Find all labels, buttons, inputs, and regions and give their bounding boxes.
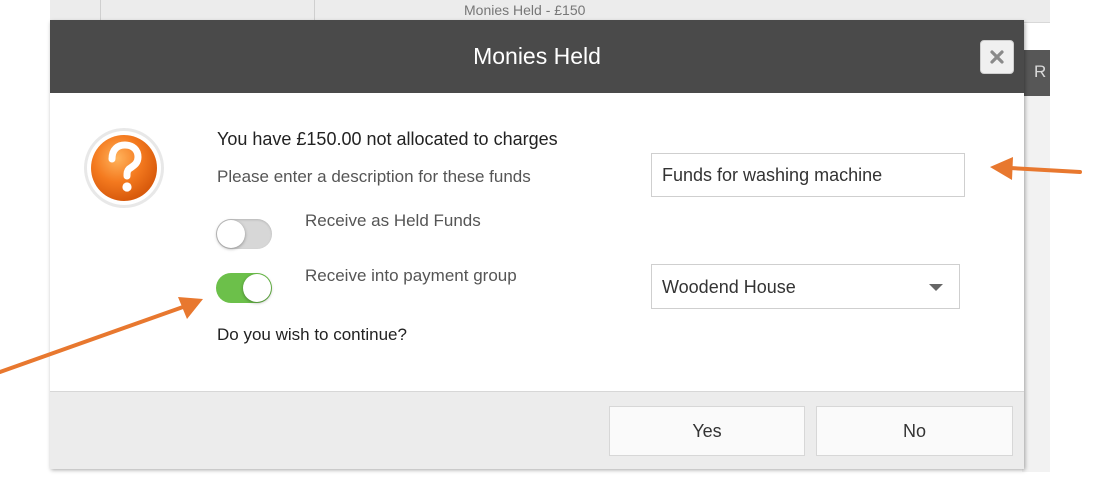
background-right-tab-text: R (1034, 62, 1047, 81)
question-icon (84, 128, 164, 208)
chevron-down-icon (929, 284, 943, 291)
background-right-panel (1022, 96, 1050, 472)
continue-prompt: Do you wish to continue? (217, 325, 407, 344)
close-icon (990, 50, 1004, 64)
dialog-footer: Yes No (50, 391, 1024, 469)
held-funds-label: Receive as Held Funds (305, 211, 481, 230)
payment-group-toggle[interactable] (216, 273, 272, 303)
dialog-titlebar: Monies Held (50, 20, 1024, 93)
unallocated-message: You have £150.00 not allocated to charge… (217, 129, 558, 149)
payment-group-select[interactable]: Woodend House (651, 264, 960, 309)
payment-group-label: Receive into payment group (305, 266, 517, 285)
background-divider (100, 0, 101, 22)
background-header-text: Monies Held - £150 (464, 2, 586, 16)
held-funds-toggle[interactable] (216, 219, 272, 249)
no-button[interactable]: No (816, 406, 1013, 456)
dialog-title: Monies Held (473, 43, 601, 69)
dialog-body: You have £150.00 not allocated to charge… (50, 93, 1024, 391)
background-right-tab: R (1022, 50, 1050, 96)
description-prompt: Please enter a description for these fun… (217, 167, 531, 186)
monies-held-dialog: Monies Held You have £150.00 not allocat… (50, 20, 1024, 469)
background-divider (314, 0, 315, 22)
toggle-knob (217, 220, 245, 248)
payment-group-selected: Woodend House (662, 277, 796, 297)
toggle-knob (243, 274, 271, 302)
yes-button[interactable]: Yes (609, 406, 805, 456)
close-button[interactable] (980, 40, 1014, 74)
description-input[interactable] (651, 153, 965, 197)
